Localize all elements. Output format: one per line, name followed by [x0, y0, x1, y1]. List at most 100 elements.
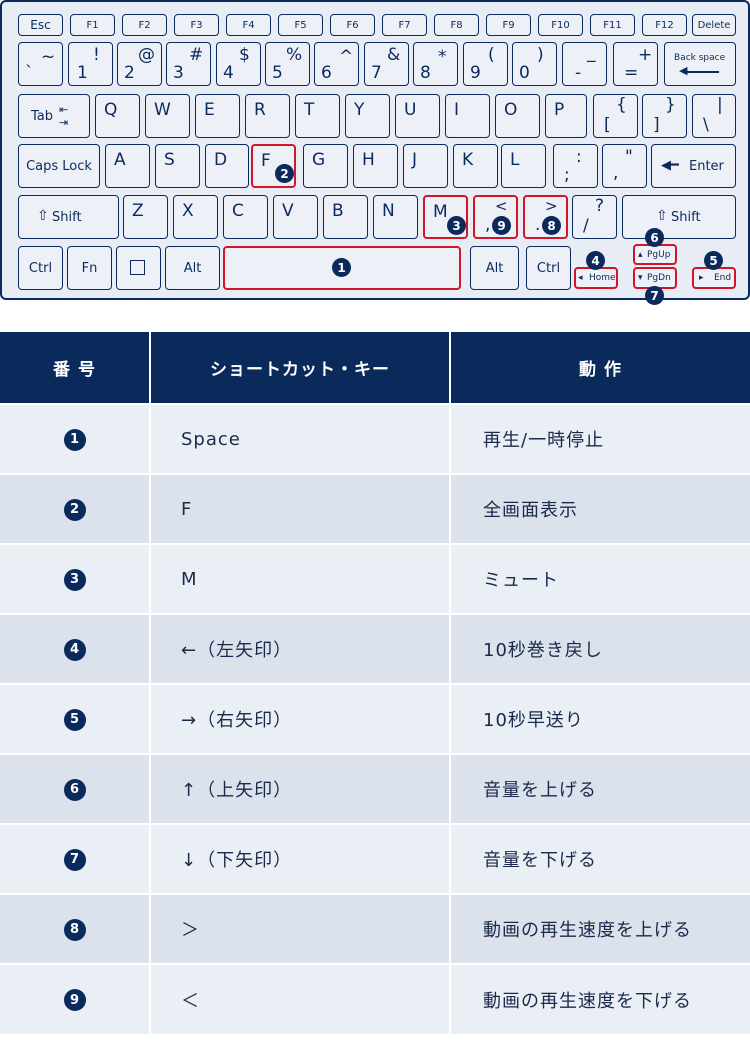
key-top-label: >: [545, 197, 558, 215]
left-arrow-icon: ◂: [578, 273, 583, 283]
key-bottom-label: ]: [653, 115, 660, 135]
number-badge: 9: [63, 989, 86, 1012]
row-key: ↓（下矢印）: [150, 823, 451, 894]
key-top-label: %: [286, 45, 303, 65]
key-bottom-label: ;: [564, 165, 570, 185]
key-label: Tab: [31, 109, 54, 124]
key-bottom-label: \: [703, 115, 709, 135]
key-bottom-label: 8: [420, 63, 431, 83]
key-f7: F7: [382, 14, 427, 36]
enter-arrow-icon: ◀━: [661, 158, 679, 173]
key-fn: Fn: [67, 246, 112, 290]
key-j: J: [403, 144, 448, 188]
key-bottom-label: 9: [470, 63, 481, 83]
key-f4: F4: [226, 14, 271, 36]
key-i: I: [445, 94, 490, 138]
key-k: K: [453, 144, 498, 188]
key-equals: + =: [613, 42, 658, 86]
key-f1: F1: [70, 14, 115, 36]
header-shortcut-key: ショートカット・キー: [150, 332, 451, 404]
row-action: 10秒巻き戻し: [450, 613, 750, 684]
key-4: $ 4: [216, 42, 261, 86]
key-bottom-label: 2: [124, 63, 135, 83]
badge-8: 8: [542, 216, 561, 235]
key-ctrl-left: Ctrl: [18, 246, 63, 290]
key-o: O: [495, 94, 540, 138]
key-shift-left: ⇧ Shift: [18, 195, 119, 239]
key-3: # 3: [166, 42, 211, 86]
shift-icon: ⇧: [37, 208, 49, 224]
key-bottom-label: 1: [77, 63, 88, 83]
key-backslash: | \: [692, 94, 736, 138]
backspace-arrow-icon: [687, 71, 719, 73]
key-f9: F9: [486, 14, 531, 36]
key-end-highlighted: ▸ End: [692, 267, 736, 289]
number-badge: 4: [63, 638, 86, 661]
shortcut-table: 番 号 ショートカット・キー 動 作 1 Space 再生/一時停止 2 F 全…: [0, 332, 750, 1034]
key-w: W: [145, 94, 190, 138]
table-row: 1 Space 再生/一時停止: [0, 403, 750, 474]
key-g: G: [303, 144, 348, 188]
key-z: Z: [123, 195, 168, 239]
key-windows: [116, 246, 161, 290]
row-number: 3: [0, 543, 151, 614]
key-top-label: ?: [595, 196, 605, 216]
key-n: N: [373, 195, 418, 239]
number-badge: 6: [63, 778, 86, 801]
key-bottom-label: 7: [371, 63, 382, 83]
row-action: 動画の再生速度を下げる: [450, 963, 750, 1034]
row-action: 10秒早送り: [450, 683, 750, 754]
key-top-label: $: [239, 45, 250, 65]
row-key: ←（左矢印）: [150, 613, 451, 684]
key-f8: F8: [434, 14, 479, 36]
header-number: 番 号: [0, 332, 151, 404]
key-delete: Delete: [692, 14, 736, 36]
key-f3: F3: [174, 14, 219, 36]
key-bottom-label: `: [25, 63, 34, 83]
key-q: Q: [95, 94, 140, 138]
key-bottom-label: 0: [519, 63, 530, 83]
key-top-label: :: [576, 147, 582, 167]
badge-6: 6: [645, 228, 664, 247]
backspace-arrowhead-icon: ◀: [679, 64, 688, 77]
key-bracket-close: } ]: [642, 94, 687, 138]
key-backspace: Back space ◀: [664, 42, 736, 86]
key-2: @ 2: [117, 42, 162, 86]
key-quote: " ,: [602, 144, 647, 188]
badge-5: 5: [704, 251, 723, 270]
key-6: ^ 6: [314, 42, 359, 86]
key-label: PgUp: [647, 250, 671, 260]
badge-4: 4: [586, 251, 605, 270]
key-caps-lock: Caps Lock: [18, 144, 100, 188]
badge-7: 7: [645, 286, 664, 305]
key-pgup-highlighted: ▴ PgUp: [633, 244, 677, 265]
key-bottom-label: 4: [223, 63, 234, 83]
row-number: 8: [0, 893, 151, 964]
table-row: 5 →（右矢印） 10秒早送り: [0, 683, 750, 754]
key-top-label: #: [189, 45, 204, 65]
key-f12: F12: [642, 14, 687, 36]
key-top-label: &: [387, 45, 401, 65]
key-l: L: [501, 144, 546, 188]
key-bottom-label: 6: [321, 63, 332, 83]
key-label: Enter: [689, 159, 724, 174]
key-bottom-label: ,: [613, 163, 619, 183]
key-bottom-label: 5: [272, 63, 283, 83]
key-bottom-label: .: [535, 215, 541, 235]
key-bottom-label: ,: [485, 215, 491, 235]
key-top-label: }: [665, 95, 676, 115]
key-f5: F5: [278, 14, 323, 36]
up-arrow-icon: ▴: [638, 250, 643, 260]
key-b: B: [323, 195, 368, 239]
table-row: 3 M ミュート: [0, 543, 750, 614]
key-enter: ◀━ Enter: [651, 144, 736, 188]
row-key: →（右矢印）: [150, 683, 451, 754]
row-number: 2: [0, 473, 151, 544]
key-alt-left: Alt: [165, 246, 220, 290]
key-5: % 5: [265, 42, 310, 86]
row-key: F: [150, 473, 451, 544]
key-t: T: [295, 94, 340, 138]
key-minus: _ -: [562, 42, 607, 86]
key-bottom-label: /: [583, 216, 589, 236]
badge-2: 2: [275, 164, 294, 183]
